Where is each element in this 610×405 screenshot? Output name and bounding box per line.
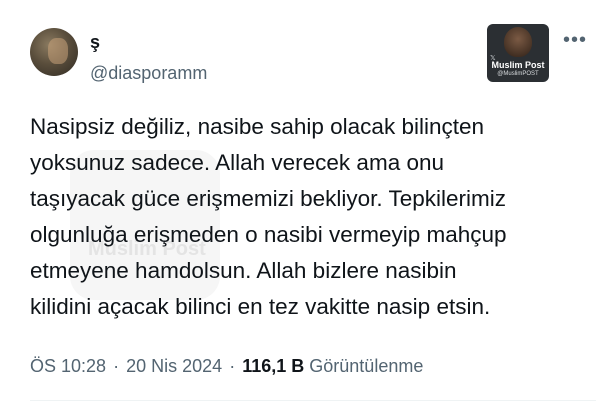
author-display-name[interactable]: ş	[90, 31, 100, 53]
tweet-meta: ÖS 10:28 · 20 Nis 2024 · 116,1 B Görüntü…	[30, 354, 423, 378]
tweet-text: Nasipsiz değiliz, nasibe sahip olacak bi…	[30, 109, 590, 325]
author-handle[interactable]: @diasporamm	[90, 62, 207, 84]
tweet-text-line: kilidini açacak bilinci en tez vakitte n…	[30, 294, 491, 319]
tweet-card: ş @diasporamm 𝕏 Muslim Post @MuslimPOST …	[0, 0, 610, 405]
more-options-icon[interactable]: •••	[563, 30, 587, 50]
tweet-text-line: Nasipsiz değiliz, nasibe sahip olacak bi…	[30, 114, 484, 139]
tweet-time[interactable]: ÖS 10:28	[30, 356, 106, 376]
tweet-text-line: olgunluğa erişmeden o nasibi vermeyip ma…	[30, 222, 507, 247]
tweet-text-line: etmeyene hamdolsun. Allah bizlere nasibi…	[30, 258, 457, 283]
badge-title: Muslim Post	[491, 60, 545, 70]
meta-separator: ·	[113, 356, 120, 376]
badge-portrait	[504, 27, 532, 57]
views-label[interactable]: Görüntülenme	[309, 356, 423, 376]
badge-subtitle: @MuslimPOST	[497, 71, 539, 77]
meta-separator: ·	[229, 356, 236, 376]
author-avatar[interactable]	[30, 28, 78, 76]
tweet-date[interactable]: 20 Nis 2024	[126, 356, 222, 376]
divider	[30, 400, 596, 401]
muslim-post-badge: 𝕏 Muslim Post @MuslimPOST	[487, 24, 549, 82]
views-count[interactable]: 116,1 B	[242, 356, 304, 376]
tweet-text-line: taşıyacak güce erişmemizi bekliyor. Tepk…	[30, 186, 506, 211]
tweet-text-line: yoksunuz sadece. Allah verecek ama onu	[30, 150, 444, 175]
